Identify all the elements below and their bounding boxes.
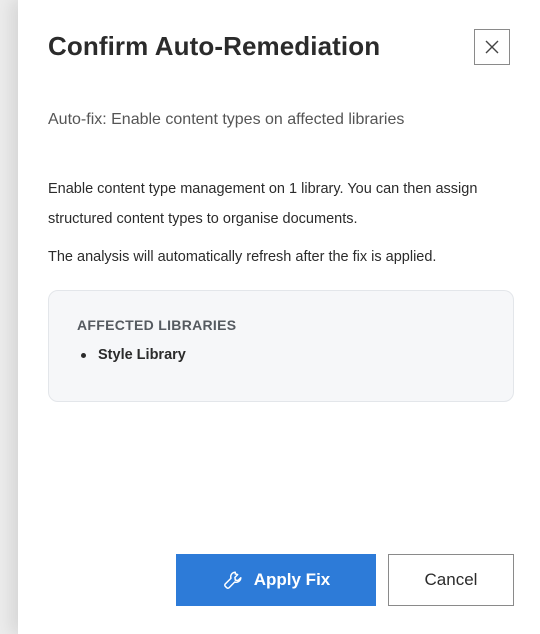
dialog-header: Confirm Auto-Remediation [48,0,514,108]
wrench-icon [223,571,242,589]
close-icon [485,40,499,54]
affected-libraries-box: AFFECTED LIBRARIES Style Library [48,290,514,402]
close-button[interactable] [474,29,510,65]
cancel-button[interactable]: Cancel [388,554,514,606]
body-paragraph: The analysis will automatically refresh … [48,249,437,265]
list-item: Style Library [77,347,513,363]
apply-fix-button[interactable]: Apply Fix [176,554,376,606]
affected-list: Style Library [77,347,513,363]
dialog-footer: Apply Fix Cancel [176,554,514,606]
dialog-body: Enable content type management on 1 libr… [48,174,514,272]
dialog-subtitle: Auto-fix: Enable content types on affect… [48,111,405,128]
body-paragraph: Enable content type management on 1 libr… [48,181,478,227]
remediation-dialog: Confirm Auto-Remediation Auto-fix: Enabl… [18,0,540,634]
cancel-label: Cancel [424,570,478,589]
bullet-icon [81,352,86,358]
library-name: Style Library [98,347,186,363]
dialog-title: Confirm Auto-Remediation [48,31,381,61]
affected-heading: AFFECTED LIBRARIES [77,317,237,333]
apply-fix-label: Apply Fix [253,570,331,589]
